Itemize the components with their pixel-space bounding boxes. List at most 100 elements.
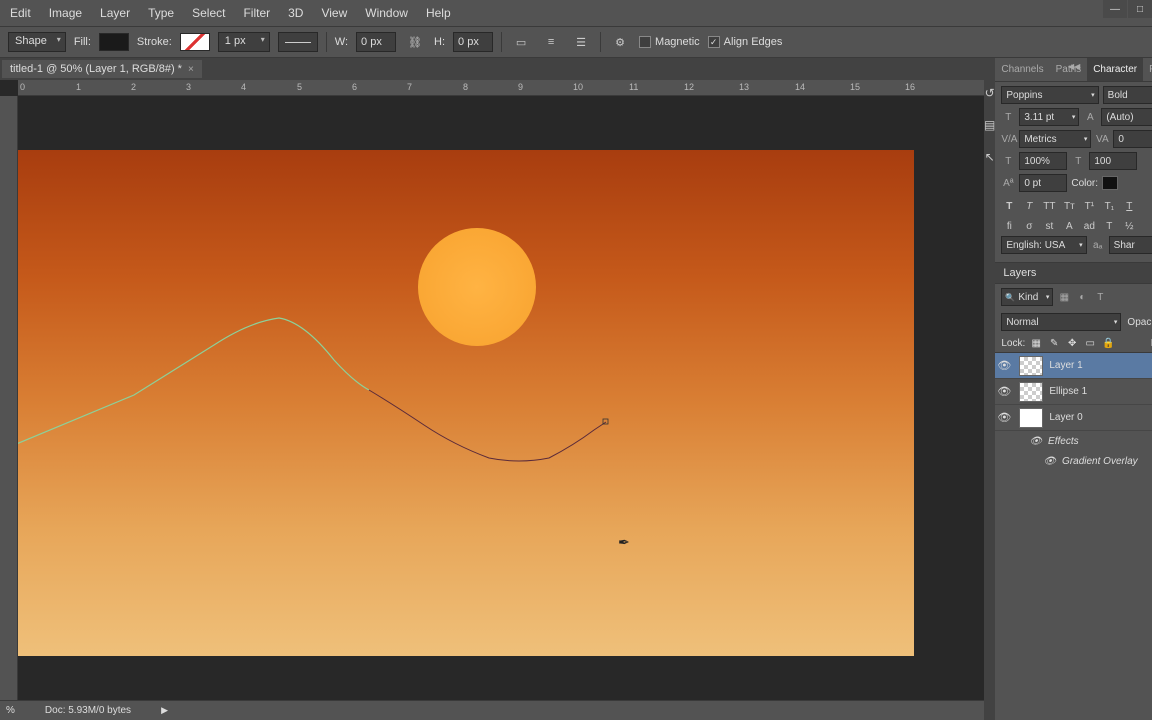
status-arrow-icon[interactable]: ▶ [161, 705, 168, 716]
vscale-field[interactable]: 100% [1019, 152, 1067, 170]
lock-pixels-icon[interactable]: ✎ [1047, 336, 1061, 350]
filter-pixel-icon[interactable]: ▦ [1057, 290, 1071, 304]
layer-effects-row[interactable]: 👁 Effects [995, 431, 1152, 451]
visibility-toggle-icon[interactable]: 👁 [995, 385, 1013, 398]
menu-window[interactable]: Window [365, 6, 408, 20]
filter-type-icon[interactable]: T [1093, 290, 1107, 304]
align-edges-checkbox[interactable]: Align Edges [708, 36, 783, 48]
canvas-area[interactable]: ✒ [18, 96, 984, 700]
layer-filter-select[interactable]: Kind [1001, 288, 1053, 306]
tool-mode-select[interactable]: Shape [8, 32, 66, 52]
layer-name[interactable]: Ellipse 1 [1049, 386, 1087, 397]
collapse-panels-icon[interactable]: ◀◀ [1068, 62, 1080, 71]
language-select[interactable]: English: USA [1001, 236, 1086, 254]
arrow-icon[interactable]: ↖ [985, 150, 995, 164]
ruler-tick: 10 [573, 82, 583, 92]
document-tab[interactable]: titled-1 @ 50% (Layer 1, RGB/8#) * × [2, 60, 202, 78]
opacity-label: Opacity [1127, 317, 1152, 328]
kerning-select[interactable]: Metrics [1019, 130, 1091, 148]
tab-character[interactable]: Character [1087, 58, 1143, 81]
ruler-tick: 16 [905, 82, 915, 92]
underline-button[interactable]: T [1121, 198, 1137, 214]
ligatures-button[interactable]: fi [1001, 218, 1017, 234]
tracking-field[interactable]: 0 [1113, 130, 1152, 148]
leading-field[interactable]: (Auto) [1101, 108, 1152, 126]
menu-edit[interactable]: Edit [10, 6, 31, 20]
fx-visibility-icon[interactable]: 👁 [1043, 456, 1056, 467]
zoom-level[interactable]: % [6, 705, 15, 716]
layer-row[interactable]: 👁 Layer 0 [995, 405, 1152, 431]
font-family-select[interactable]: Poppins [1001, 86, 1098, 104]
layer-name[interactable]: Layer 0 [1049, 412, 1082, 423]
layer-thumbnail[interactable] [1019, 408, 1043, 428]
layer-row[interactable]: 👁 Ellipse 1 [995, 379, 1152, 405]
properties-icon[interactable]: ▤ [984, 118, 995, 132]
font-style-select[interactable]: Bold [1103, 86, 1152, 104]
height-field[interactable]: 0 px [453, 32, 493, 52]
subscript-button[interactable]: T₁ [1101, 198, 1117, 214]
text-color-swatch[interactable] [1102, 176, 1118, 190]
menu-layer[interactable]: Layer [100, 6, 130, 20]
menu-type[interactable]: Type [148, 6, 174, 20]
fill-swatch[interactable] [99, 33, 129, 51]
width-field[interactable]: 0 px [356, 32, 396, 52]
menu-filter[interactable]: Filter [243, 6, 270, 20]
ruler-vertical [0, 96, 18, 700]
history-icon[interactable]: ↺ [985, 86, 995, 100]
fx-visibility-icon[interactable]: 👁 [1029, 436, 1042, 447]
layer-effect-item[interactable]: 👁 Gradient Overlay [995, 451, 1152, 471]
stroke-style-select[interactable] [278, 32, 318, 52]
lock-all-icon[interactable]: 🔒 [1101, 336, 1115, 350]
right-panel-rail: ↺ ▤ ↖ ◀◀ Channels Paths Character Pa Pop… [984, 58, 1152, 720]
oldstyle-button[interactable]: σ [1021, 218, 1037, 234]
path-arrange-icon[interactable]: ☰ [570, 31, 592, 53]
layer-thumbnail[interactable] [1019, 356, 1043, 376]
layer-row[interactable]: 👁 Layer 1 [995, 353, 1152, 379]
filter-adjust-icon[interactable]: ◐ [1075, 290, 1089, 304]
visibility-toggle-icon[interactable]: 👁 [995, 359, 1013, 372]
lock-artboard-icon[interactable]: ▭ [1083, 336, 1097, 350]
menu-image[interactable]: Image [49, 6, 82, 20]
doc-info[interactable]: Doc: 5.93M/0 bytes [45, 705, 131, 716]
titling-button[interactable]: ad [1081, 218, 1097, 234]
bold-button[interactable]: T [1001, 198, 1017, 214]
canvas[interactable] [18, 150, 914, 656]
menu-3d[interactable]: 3D [288, 6, 303, 20]
italic-button[interactable]: T [1021, 198, 1037, 214]
gear-icon[interactable]: ⚙ [609, 31, 631, 53]
hscale-field[interactable]: 100 [1089, 152, 1137, 170]
link-wh-icon[interactable]: ⛓ [404, 31, 426, 53]
allcaps-button[interactable]: TT [1041, 198, 1057, 214]
menu-view[interactable]: View [321, 6, 347, 20]
minimize-button[interactable]: — [1103, 0, 1127, 18]
close-tab-icon[interactable]: × [188, 64, 194, 75]
stylistic-button[interactable]: st [1041, 218, 1057, 234]
baseline-field[interactable]: 0 pt [1019, 174, 1067, 192]
magnetic-checkbox[interactable]: Magnetic [639, 36, 700, 48]
layer-name[interactable]: Layer 1 [1049, 360, 1082, 371]
layer-thumbnail[interactable] [1019, 382, 1043, 402]
lock-position-icon[interactable]: ✥ [1065, 336, 1079, 350]
menu-select[interactable]: Select [192, 6, 225, 20]
fractions-button[interactable]: ½ [1121, 218, 1137, 234]
tab-paragraph[interactable]: Pa [1143, 58, 1152, 81]
baseline-icon: Aª [1001, 178, 1015, 189]
swash-button[interactable]: A [1061, 218, 1077, 234]
antialias-select[interactable]: Shar [1109, 236, 1152, 254]
font-size-field[interactable]: 3.11 pt [1019, 108, 1079, 126]
ordinals-button[interactable]: T [1101, 218, 1117, 234]
blend-mode-select[interactable]: Normal [1001, 313, 1121, 331]
stroke-swatch[interactable] [180, 33, 210, 51]
tab-channels[interactable]: Channels [995, 58, 1049, 81]
superscript-button[interactable]: T¹ [1081, 198, 1097, 214]
path-ops-icon[interactable]: ▭ [510, 31, 532, 53]
stroke-width-select[interactable]: 1 px [218, 32, 270, 52]
lock-transparent-icon[interactable]: ▦ [1029, 336, 1043, 350]
smallcaps-button[interactable]: Tᴛ [1061, 198, 1077, 214]
ruler-tick: 2 [131, 82, 136, 92]
maximize-button[interactable]: □ [1128, 0, 1152, 18]
visibility-toggle-icon[interactable]: 👁 [995, 411, 1013, 424]
path-align-icon[interactable]: ≡ [540, 31, 562, 53]
menu-help[interactable]: Help [426, 6, 451, 20]
layers-panel-header[interactable]: Layers [995, 262, 1152, 284]
